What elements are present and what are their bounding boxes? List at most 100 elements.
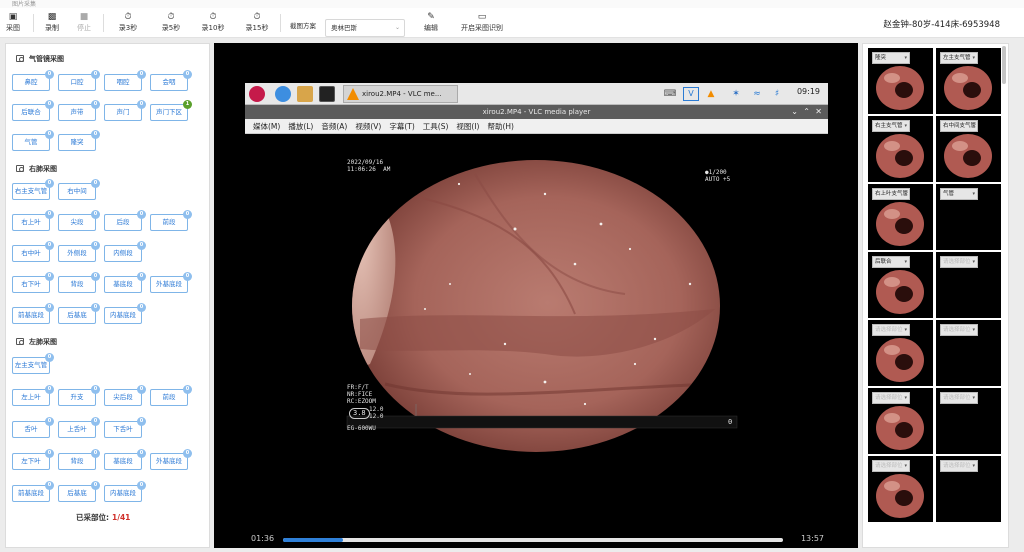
site-button[interactable]: 鼻腔 0 [12,70,54,91]
terminal-icon[interactable] [319,86,335,102]
thumbnail-card[interactable]: 请选择部位 ▾ [936,456,1001,522]
site-select[interactable]: 请选择部位 ▾ [872,392,910,404]
vnc-icon[interactable]: V [683,87,699,101]
site-select[interactable]: 请选择部位 ▾ [872,324,910,336]
site-button[interactable]: 外侧段 0 [58,241,100,262]
folder-icon[interactable] [297,86,313,102]
site-button[interactable]: 左主支气管 0 [12,353,54,374]
site-button[interactable]: 右上叶 0 [12,210,54,231]
vlc-menu-item[interactable]: 媒体(M) [253,119,280,134]
maximize-icon[interactable]: ⌃ [803,105,810,119]
wifi-icon[interactable]: ≈ [750,87,764,101]
thumbnail-card[interactable]: 请选择部位 ▾ [868,388,933,454]
recognition-toggle-button[interactable]: ▭ 开启采图识别 [461,11,503,35]
site-button[interactable]: 左上叶 0 [12,385,54,406]
site-select[interactable]: 右中间支气管 ▾ [940,120,978,132]
site-button[interactable]: 后基底 0 [58,481,100,502]
stop-button[interactable]: ■ 停止 [68,11,100,35]
globe-icon[interactable] [275,86,291,102]
minimize-icon[interactable]: ⌄ [791,105,798,119]
site-button[interactable]: 下舌叶 0 [104,417,146,438]
site-select[interactable]: 隆突 ▾ [872,52,910,64]
site-button[interactable]: 前基底段 0 [12,303,54,324]
volume-icon[interactable]: ♯ [770,87,784,101]
seek-bar[interactable] [283,538,783,542]
site-button[interactable]: 后段 0 [104,210,146,231]
vlc-tray-icon[interactable]: ▲ [704,87,718,101]
edit-button[interactable]: ✎ 编辑 [415,11,447,35]
site-button[interactable]: 口腔 0 [58,70,100,91]
site-button[interactable]: 隆突 0 [58,130,100,151]
thumbnail-card[interactable]: 请选择部位 ▾ [936,252,1001,318]
site-button[interactable]: 右中间 0 [58,179,100,200]
site-select[interactable]: 左主支气管 ▾ [940,52,978,64]
vlc-taskbar-item[interactable]: xirou2.MP4 - VLC me... [343,85,458,103]
vlc-menu-item[interactable]: 工具(S) [423,119,449,134]
site-button[interactable]: 左下叶 0 [12,449,54,470]
thumbnail-card[interactable]: 请选择部位 ▾ [936,320,1001,386]
site-button[interactable]: 气管 0 [12,130,54,151]
site-select[interactable]: 请选择部位 ▾ [872,460,910,472]
site-select[interactable]: 右上叶支气管 ▾ [872,188,910,200]
vlc-menu-item[interactable]: 字幕(T) [389,119,414,134]
record-15s-button[interactable]: ⏱ 录15秒 [241,11,273,35]
vlc-menu-item[interactable]: 音频(A) [321,119,347,134]
site-select[interactable]: 后联合 ▾ [872,256,910,268]
site-button[interactable]: 内基底段 0 [104,481,146,502]
site-button[interactable]: 上舌叶 0 [58,417,100,438]
site-button[interactable]: 前段 0 [150,385,192,406]
thumbnail-card[interactable]: 请选择部位 ▾ [936,388,1001,454]
site-select[interactable]: 请选择部位 ▾ [940,324,978,336]
site-button[interactable]: 内基底段 0 [104,303,146,324]
thumbnail-card[interactable]: 后联合 ▾ [868,252,933,318]
site-button[interactable]: 咽腔 0 [104,70,146,91]
vlc-menu-item[interactable]: 视频(V) [355,119,381,134]
site-select[interactable]: 右主支气管 ▾ [872,120,910,132]
site-button[interactable]: 内侧段 0 [104,241,146,262]
capture-button[interactable]: ▣ 采图 [0,11,29,35]
site-button[interactable]: 右主支气管 0 [12,179,54,200]
site-button[interactable]: 后联合 0 [12,100,54,121]
site-button[interactable]: 后基底 0 [58,303,100,324]
site-button[interactable]: 舌叶 0 [12,417,54,438]
vlc-menu-item[interactable]: 播放(L) [288,119,313,134]
thumbnail-scrollbar[interactable] [1002,46,1006,84]
site-button[interactable]: 前基底段 0 [12,481,54,502]
site-button[interactable]: 前段 0 [150,210,192,231]
vlc-menu-item[interactable]: 帮助(H) [487,119,514,134]
site-button[interactable]: 外基底段 0 [150,272,192,293]
site-button[interactable]: 背段 0 [58,272,100,293]
thumbnail-card[interactable]: 隆突 ▾ [868,48,933,114]
site-select[interactable]: 气管 ▾ [940,188,978,200]
site-button[interactable]: 右下叶 0 [12,272,54,293]
scheme-select[interactable]: 奥林巴斯 ⌄ [325,19,405,37]
close-icon[interactable]: ✕ [815,105,822,119]
record-10s-button[interactable]: ⏱ 录10秒 [197,11,229,35]
thumbnail-card[interactable]: 左主支气管 ▾ [936,48,1001,114]
raspberry-icon[interactable] [249,86,265,102]
bluetooth-icon[interactable]: ✶ [730,87,742,101]
site-button[interactable]: 声带 0 [58,100,100,121]
site-select[interactable]: 请选择部位 ▾ [940,392,978,404]
site-select[interactable]: 请选择部位 ▾ [940,256,978,268]
thumbnail-card[interactable]: 气管 ▾ [936,184,1001,250]
site-button[interactable]: 背段 0 [58,449,100,470]
keyboard-icon[interactable]: ⌨ [663,87,677,101]
site-button[interactable]: 基底段 0 [104,272,146,293]
vlc-menu-item[interactable]: 视图(I) [456,119,479,134]
site-button[interactable]: 声门下区 1 [150,100,192,121]
thumbnail-card[interactable]: 右中间支气管 ▾ [936,116,1001,182]
site-button[interactable]: 升支 0 [58,385,100,406]
site-select[interactable]: 请选择部位 ▾ [940,460,978,472]
site-button[interactable]: 右中叶 0 [12,241,54,262]
site-button[interactable]: 尖段 0 [58,210,100,231]
thumbnail-card[interactable]: 右上叶支气管 ▾ [868,184,933,250]
site-button[interactable]: 外基底段 0 [150,449,192,470]
thumbnail-card[interactable]: 请选择部位 ▾ [868,320,933,386]
site-button[interactable]: 尖后段 0 [104,385,146,406]
record-5s-button[interactable]: ⏱ 录5秒 [155,11,187,35]
thumbnail-card[interactable]: 请选择部位 ▾ [868,456,933,522]
site-button[interactable]: 声门 0 [104,100,146,121]
record-3s-button[interactable]: ⏱ 录3秒 [112,11,144,35]
thumbnail-card[interactable]: 右主支气管 ▾ [868,116,933,182]
